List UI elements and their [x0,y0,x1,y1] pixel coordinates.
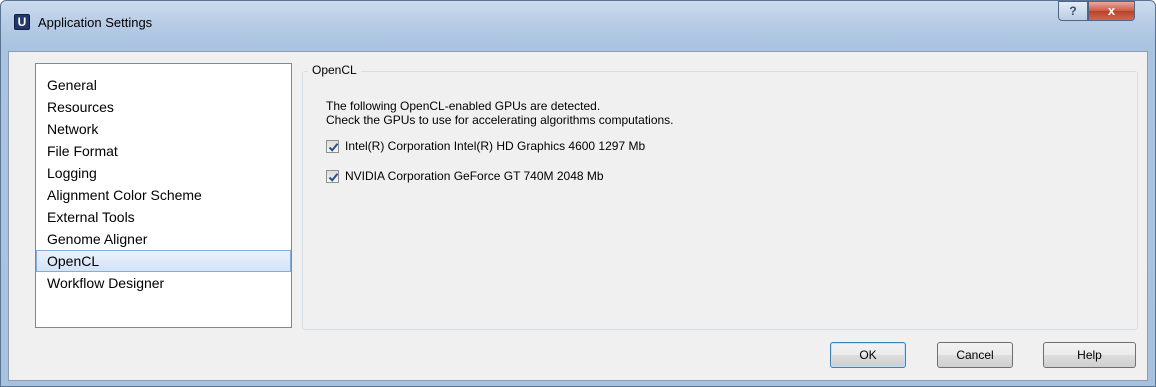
cancel-button[interactable]: Cancel [937,342,1013,368]
sidebar-item-alignment-color-scheme[interactable]: Alignment Color Scheme [36,184,291,206]
description-line-2: Check the GPUs to use for accelerating a… [326,113,674,127]
app-logo-icon: U [14,14,30,30]
sidebar-item-genome-aligner[interactable]: Genome Aligner [36,228,291,250]
group-title: OpenCL [308,62,361,78]
gpu-label-intel: Intel(R) Corporation Intel(R) HD Graphic… [345,139,646,153]
opencl-settings-group: OpenCL The following OpenCL-enabled GPUs… [302,62,1138,330]
gpu-checkbox-intel[interactable] [326,139,339,153]
sidebar-item-opencl[interactable]: OpenCL [36,250,291,272]
title-bar[interactable]: U Application Settings ? x [1,1,1155,51]
help-button[interactable]: Help [1043,342,1136,368]
sidebar-item-logging[interactable]: Logging [36,162,291,184]
sidebar-item-workflow-designer[interactable]: Workflow Designer [36,272,291,294]
sidebar-item-network[interactable]: Network [36,118,291,140]
gpu-option-nvidia[interactable]: NVIDIA Corporation GeForce GT 740M 2048 … [326,168,604,184]
sidebar-item-external-tools[interactable]: External Tools [36,206,291,228]
application-settings-window: U Application Settings ? x General Resou… [0,0,1156,387]
sidebar-item-file-format[interactable]: File Format [36,140,291,162]
ok-button[interactable]: OK [830,342,906,368]
help-caption-button[interactable]: ? [1058,1,1088,21]
gpu-label-nvidia: NVIDIA Corporation GeForce GT 740M 2048 … [345,169,604,183]
gpu-option-intel[interactable]: Intel(R) Corporation Intel(R) HD Graphic… [326,138,645,154]
checkmark-icon [328,142,339,152]
sidebar-item-general[interactable]: General [36,74,291,96]
checkmark-icon [328,172,339,182]
description-line-1: The following OpenCL-enabled GPUs are de… [326,99,601,113]
close-button[interactable]: x [1088,1,1135,21]
sidebar-item-resources[interactable]: Resources [36,96,291,118]
dialog-client-area: General Resources Network File Format Lo… [8,51,1148,381]
settings-category-list[interactable]: General Resources Network File Format Lo… [35,63,292,328]
gpu-checkbox-nvidia[interactable] [326,169,339,183]
window-title: Application Settings [38,15,153,30]
